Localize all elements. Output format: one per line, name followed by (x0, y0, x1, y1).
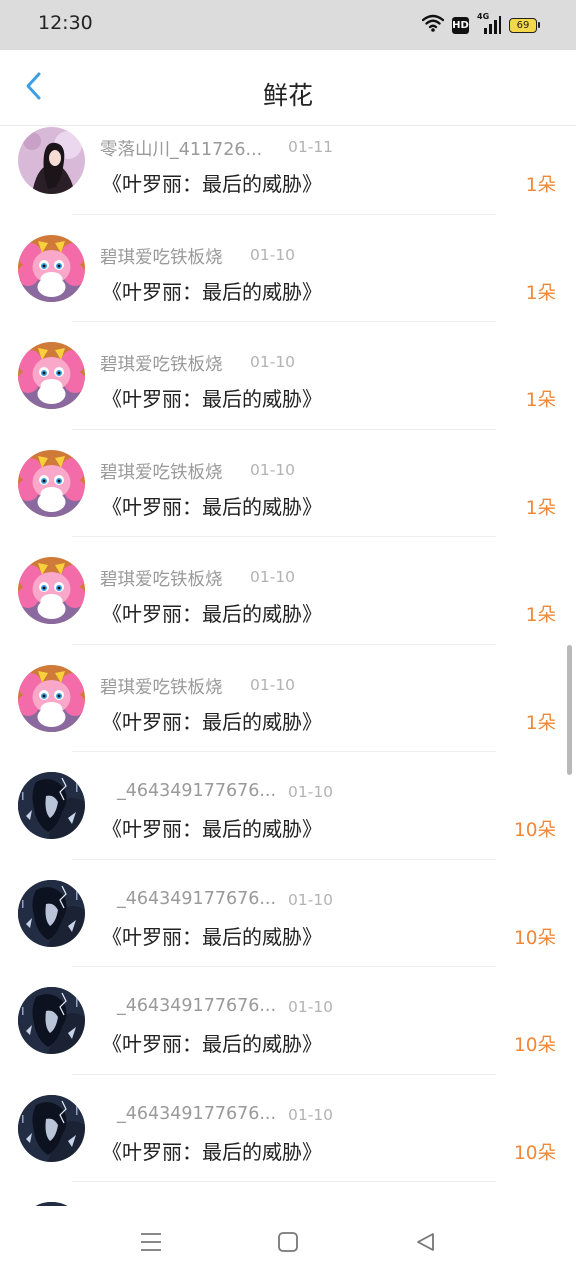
flower-count: 1朵 (525, 282, 556, 304)
flower-count: 10朵 (513, 927, 556, 949)
list-item[interactable]: 碧琪爱吃铁板烧 01-10 《叶罗丽：最后的威胁》 1朵 (0, 215, 576, 322)
list-item[interactable] (0, 1182, 576, 1206)
item-date: 01-10 (288, 1105, 334, 1124)
flower-count: 10朵 (513, 1035, 556, 1056)
battery-level: 69 (509, 17, 537, 33)
user-name[interactable]: 碧琪爱吃铁板烧 (100, 459, 223, 484)
battery-icon: 69 (509, 17, 540, 33)
user-name[interactable]: 碧琪爱吃铁板烧 (100, 674, 223, 699)
item-date: 01-10 (250, 568, 296, 586)
avatar[interactable] (18, 234, 85, 302)
scrollbar[interactable] (567, 645, 572, 775)
list-item[interactable]: 零落山川_411726... 01-11 《叶罗丽：最后的威胁》 1朵 (0, 126, 576, 215)
flower-count: 1朵 (525, 175, 556, 196)
book-title[interactable]: 《叶罗丽：最后的威胁》 (102, 491, 322, 520)
app-header: 鲜花 (0, 50, 576, 126)
home-button[interactable] (274, 1230, 302, 1258)
avatar[interactable] (18, 664, 85, 732)
status-time: 12:30 (38, 12, 93, 34)
item-date: 01-10 (288, 890, 334, 909)
page-title: 鲜花 (262, 81, 313, 110)
list-item[interactable]: _464349177676... 01-10 《叶罗丽：最后的威胁》 10朵 (0, 752, 576, 860)
user-name[interactable]: _464349177676... (117, 889, 276, 909)
book-title[interactable]: 《叶罗丽：最后的威胁》 (102, 1028, 322, 1057)
item-date: 01-10 (288, 783, 334, 801)
flower-list[interactable]: 零落山川_411726... 01-11 《叶罗丽：最后的威胁》 1朵 碧琪爱吃铁板烧… (0, 126, 576, 1206)
book-title[interactable]: 《叶罗丽：最后的威胁》 (102, 168, 322, 197)
user-name[interactable]: _464349177676... (117, 781, 276, 801)
user-name[interactable]: _464349177676... (117, 1104, 276, 1124)
signal-icon: 4G (477, 12, 501, 35)
flower-count: 10朵 (513, 820, 556, 841)
flower-count: 1朵 (525, 605, 556, 626)
avatar[interactable] (18, 449, 85, 517)
user-name[interactable]: 碧琪爱吃铁板烧 (100, 566, 223, 591)
list-item[interactable]: _464349177676... 01-10 《叶罗丽：最后的威胁》 10朵 (0, 860, 576, 967)
book-title[interactable]: 《叶罗丽：最后的威胁》 (102, 598, 322, 627)
list-item[interactable]: _464349177676... 01-10 《叶罗丽：最后的威胁》 10朵 (0, 967, 576, 1075)
book-title[interactable]: 《叶罗丽：最后的威胁》 (102, 813, 322, 842)
menu-button[interactable] (137, 1230, 165, 1258)
list-item[interactable]: 碧琪爱吃铁板烧 01-10 《叶罗丽：最后的威胁》 1朵 (0, 645, 576, 752)
item-date: 01-10 (250, 245, 296, 264)
item-date: 01-10 (250, 675, 296, 694)
system-nav-bar (0, 1206, 576, 1280)
avatar[interactable] (18, 987, 85, 1054)
avatar[interactable] (18, 772, 85, 839)
item-date: 01-11 (288, 138, 334, 156)
avatar[interactable] (18, 342, 85, 409)
flower-count: 10朵 (513, 1142, 556, 1164)
status-icons: HD 4G 69 (421, 12, 540, 37)
list-item[interactable]: 碧琪爱吃铁板烧 01-10 《叶罗丽：最后的威胁》 1朵 (0, 322, 576, 430)
book-title[interactable]: 《叶罗丽：最后的威胁》 (102, 921, 322, 950)
user-name[interactable]: 碧琪爱吃铁板烧 (100, 244, 223, 269)
avatar[interactable] (18, 127, 85, 194)
avatar[interactable] (18, 879, 85, 947)
user-name[interactable]: 零落山川_411726... (100, 136, 262, 161)
list-item[interactable]: 碧琪爱吃铁板烧 01-10 《叶罗丽：最后的威胁》 1朵 (0, 537, 576, 645)
flower-count: 1朵 (525, 497, 556, 519)
book-title[interactable]: 《叶罗丽：最后的威胁》 (102, 276, 322, 305)
list-item[interactable]: _464349177676... 01-10 《叶罗丽：最后的威胁》 10朵 (0, 1075, 576, 1182)
wifi-icon (421, 14, 445, 36)
flower-count: 1朵 (525, 390, 556, 411)
back-triangle-icon (414, 1231, 436, 1257)
hd-icon: HD (452, 16, 469, 34)
avatar[interactable] (18, 1094, 85, 1162)
item-date: 01-10 (288, 998, 334, 1016)
book-title[interactable]: 《叶罗丽：最后的威胁》 (102, 706, 322, 735)
avatar[interactable] (18, 557, 85, 624)
book-title[interactable]: 《叶罗丽：最后的威胁》 (102, 383, 322, 412)
user-name[interactable]: 碧琪爱吃铁板烧 (100, 351, 223, 376)
item-date: 01-10 (250, 460, 296, 479)
home-square-icon (277, 1231, 299, 1257)
system-back-button[interactable] (411, 1230, 439, 1258)
item-date: 01-10 (250, 353, 296, 371)
flower-count: 1朵 (525, 712, 556, 734)
book-title[interactable]: 《叶罗丽：最后的威胁》 (102, 1136, 322, 1165)
menu-icon (139, 1231, 163, 1257)
user-name[interactable]: _464349177676... (117, 996, 276, 1016)
list-item[interactable]: 碧琪爱吃铁板烧 01-10 《叶罗丽：最后的威胁》 1朵 (0, 430, 576, 537)
status-bar: 12:30 HD 4G 69 (0, 0, 576, 50)
